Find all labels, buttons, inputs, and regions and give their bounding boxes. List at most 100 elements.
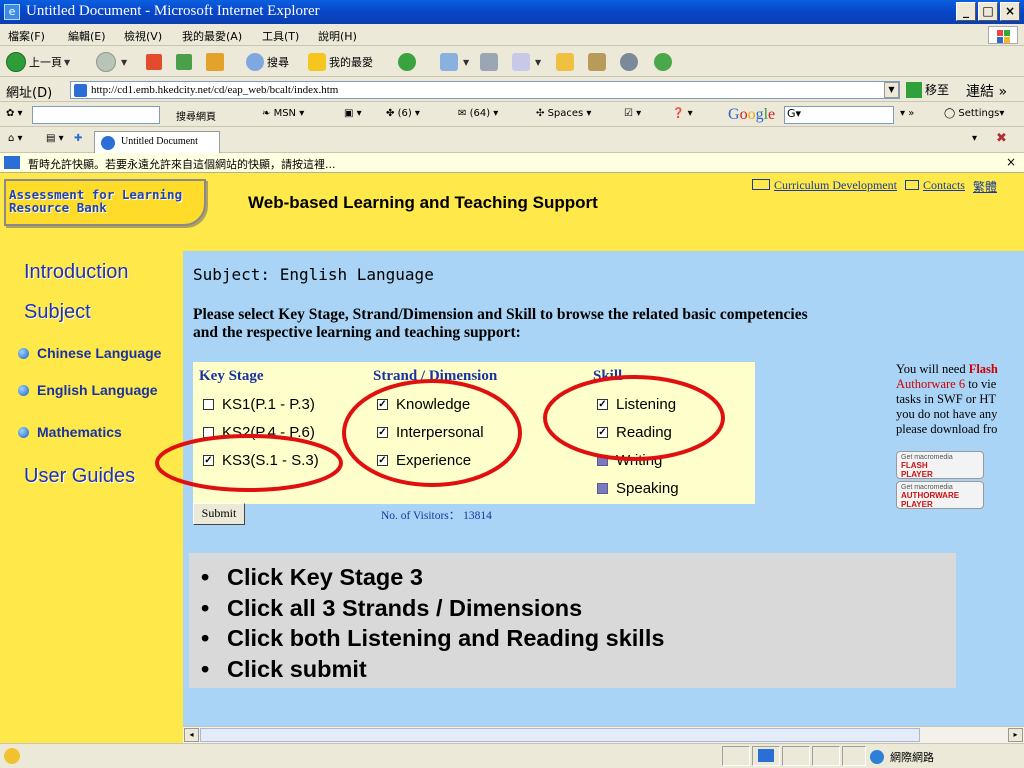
close-button[interactable]: × [1000,2,1020,21]
word-icon [512,53,530,71]
contacts-link[interactable]: Contacts [904,178,965,195]
help-button[interactable]: ❓ ▾ [672,108,693,119]
sidebar-subject[interactable]: Subject [24,301,91,324]
ks1-checkbox[interactable] [203,399,214,410]
experience-checkbox[interactable]: ✓ [377,455,388,466]
home-button[interactable] [206,51,227,73]
menu-tools[interactable]: 工具(T) [262,28,299,44]
tab-list-icon[interactable]: ▤ ▾ [46,133,64,144]
scroll-right-arrow-icon[interactable]: ▸ [1008,728,1023,742]
menu-help[interactable]: 說明(H) [318,28,357,44]
interpersonal-option[interactable]: ✓ Interpersonal [377,424,484,441]
search-button[interactable]: 搜尋 [246,51,289,73]
sidebar-user-guides[interactable]: User Guides [24,465,135,488]
settings-label: Settings▾ [958,108,1005,119]
print-button[interactable] [480,51,501,73]
back-button[interactable]: 上一頁 ▼ [6,51,70,73]
msn-search-input[interactable] [32,106,160,124]
checklist-button[interactable]: ☑ ▾ [624,108,641,119]
submit-button[interactable]: Submit [193,503,245,525]
ks2-checkbox[interactable] [203,427,214,438]
tab-menu-icon[interactable]: ▾ [972,133,977,144]
reading-checkbox[interactable]: ✓ [597,427,608,438]
horizontal-scrollbar[interactable]: ◂ ▸ [183,726,1024,743]
inbox-button[interactable]: ✉ (64) ▾ [458,108,498,119]
stop-button[interactable] [146,51,165,73]
speaking-checkbox[interactable] [597,483,608,494]
spaces-button[interactable]: ✣ Spaces ▾ [536,108,591,119]
folder-button[interactable] [556,51,577,73]
menu-favorites[interactable]: 我的最愛(A) [182,28,242,44]
listening-checkbox[interactable]: ✓ [597,399,608,410]
forward-button[interactable]: ▼ [96,51,127,73]
traditional-chinese-link[interactable]: 繁體 [973,178,997,195]
inbox-count: (64) [469,108,491,119]
curriculum-link[interactable]: Curriculum Development [752,178,897,195]
info-bar-text: 暫時允許快顯。若要永遠允許來自這個網站的快顯，請按這裡... [28,158,336,171]
google-search-input[interactable]: G▾ [784,106,894,124]
ks2-option[interactable]: KS2(P.4 - P.6) [203,424,315,441]
menu-edit[interactable]: 編輯(E) [68,28,106,44]
tab-home-icon[interactable]: ⌂ ▾ [8,133,23,144]
experience-option[interactable]: ✓ Experience [377,452,471,469]
messenger-button[interactable] [654,51,675,73]
site-logo[interactable]: Assessment for Learning Resource Bank [4,179,206,226]
ks3-option[interactable]: ✓ KS3(S.1 - S.3) [203,452,319,469]
knowledge-option[interactable]: ✓ Knowledge [377,396,470,413]
speaking-option[interactable]: Speaking [597,480,679,497]
back-label: 上一頁 [29,56,62,69]
edit-button[interactable]: ▼ [512,51,541,73]
ks2-label: KS2(P.4 - P.6) [222,424,315,441]
interpersonal-checkbox[interactable]: ✓ [377,427,388,438]
menu-file[interactable]: 檔案(F) [8,28,45,44]
writing-label: Writing [616,452,663,469]
listening-option[interactable]: ✓ Listening [597,396,676,413]
maximize-button[interactable]: □ [978,2,998,21]
tab-label: Untitled Document [121,136,198,147]
popup-info-bar[interactable]: 暫時允許快顯。若要永遠允許來自這個網站的快顯，請按這裡... × [0,153,1024,173]
address-dropdown-button[interactable]: ▼ [884,82,899,98]
go-button[interactable]: 移至 [906,81,949,98]
tab-untitled-document[interactable]: Untitled Document [94,131,220,153]
popup-status-icon [758,749,774,762]
visitor-counter: No. of Visitors： 13814 [381,510,492,522]
new-tab-icon[interactable]: ✚ [74,133,82,144]
search-web-button[interactable]: 搜尋網頁 [176,108,216,123]
menu-view[interactable]: 檢視(V) [124,28,162,44]
sidebar-item-chinese[interactable]: Chinese Language [18,345,161,361]
ks1-option[interactable]: KS1(P.1 - P.3) [203,396,315,413]
scroll-thumb[interactable] [200,728,920,742]
favorites-button[interactable]: 我的最愛 [308,51,373,73]
messenger-chat-button[interactable] [620,51,641,73]
sidebar-item-mathematics[interactable]: Mathematics [18,424,122,440]
reading-option[interactable]: ✓ Reading [597,424,672,441]
toolbar-overflow-button[interactable]: ▾ » [900,108,914,119]
address-input[interactable]: http://cd1.emb.hkedcity.net/cd/eap_web/b… [70,81,900,99]
settings-button[interactable]: ◯ Settings▾ [944,108,1004,119]
get-authorware-player-badge[interactable]: Get macromedia AUTHORWARE PLAYER [896,481,984,509]
history-button[interactable] [398,51,419,73]
globe-icon [870,750,884,764]
ks3-checkbox[interactable]: ✓ [203,455,214,466]
info-bar-close-icon[interactable]: × [1006,155,1016,169]
knowledge-label: Knowledge [396,396,471,413]
knowledge-checkbox[interactable]: ✓ [377,399,388,410]
refresh-button[interactable] [176,51,195,73]
rss-button[interactable]: ▣ ▾ [344,108,362,119]
get-flash-player-badge[interactable]: Get macromedia FLASH PLAYER [896,451,984,479]
minimize-button[interactable]: _ [956,2,976,21]
scroll-left-arrow-icon[interactable]: ◂ [184,728,199,742]
sidebar-item-english[interactable]: English Language [18,382,158,398]
writing-checkbox[interactable] [597,455,608,466]
alerts-button[interactable]: ✤ (6) ▾ [386,108,420,119]
badge-name: AUTHORWARE [901,491,960,500]
research-button[interactable] [588,51,609,73]
msn-button[interactable]: ❧ MSN ▾ [262,108,304,119]
mail-button[interactable]: ▼ [440,51,469,73]
close-tab-icon[interactable]: ✖ [996,131,1007,146]
links-button[interactable]: 連結 » [966,81,1007,101]
skill-heading: Skill [593,368,623,384]
writing-option[interactable]: Writing [597,452,662,469]
msn-butterfly-icon[interactable]: ✿ ▾ [6,108,23,119]
sidebar-introduction[interactable]: Introduction [24,261,129,284]
